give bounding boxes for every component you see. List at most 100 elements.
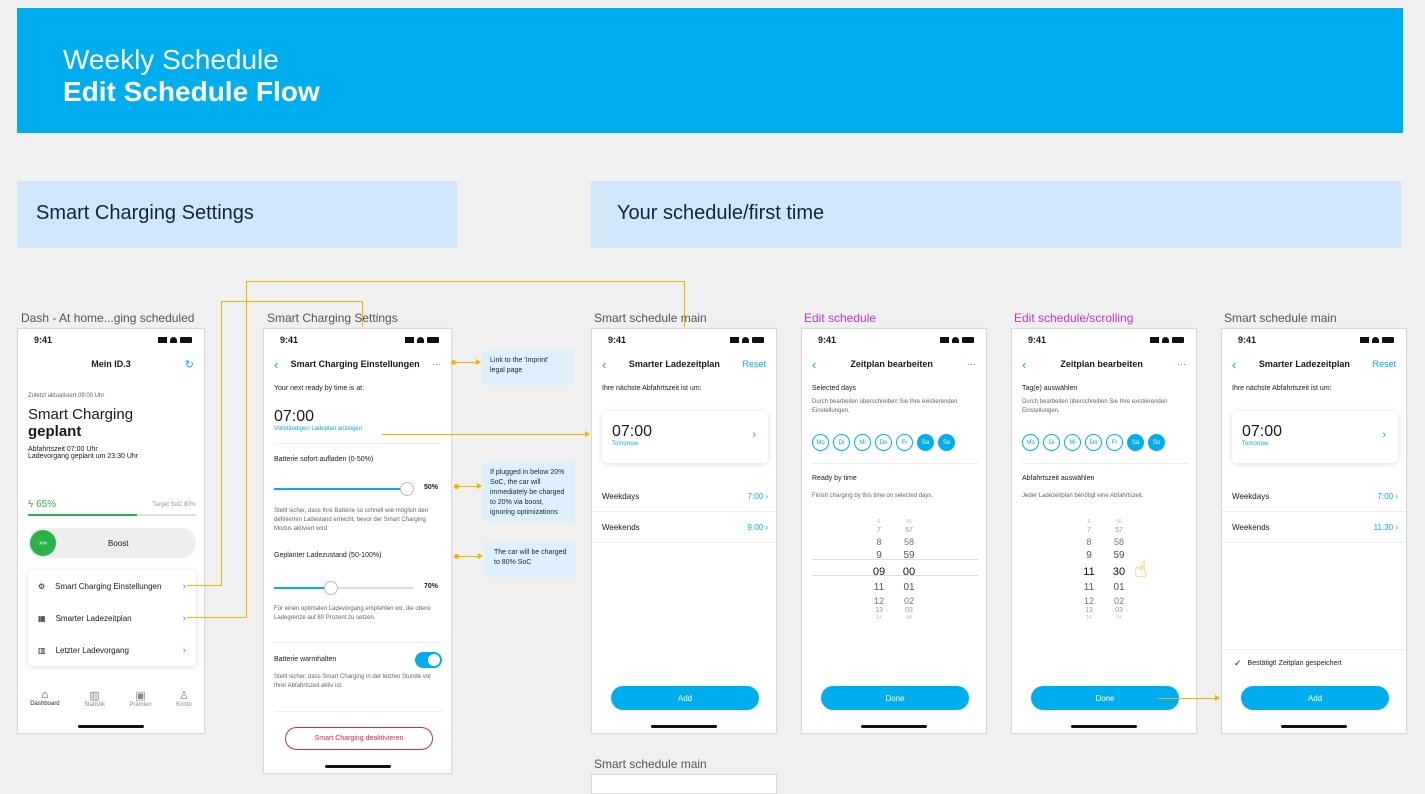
back-icon[interactable]: ‹ <box>812 357 816 372</box>
done-button[interactable]: Done <box>821 686 969 710</box>
menu-last-charge[interactable]: ▥ Letzter Ladevorgang › <box>28 634 196 666</box>
refresh-icon[interactable]: ↻ <box>185 358 194 371</box>
menu-charging-schedule[interactable]: ▦ Smarter Ladezeitplan › <box>28 602 196 634</box>
picker-item: 6 <box>877 519 881 525</box>
status-time: 9:41 <box>818 335 837 345</box>
phone-edit: 9:41 ‹ Zeitplan bearbeiten ··· Selected … <box>801 328 987 734</box>
weekdays-row[interactable]: Weekdays 7:00 › <box>592 481 776 512</box>
picker-item: 56 <box>906 519 912 525</box>
picker-selected: 09 <box>872 566 886 578</box>
back-icon[interactable]: ‹ <box>602 357 606 372</box>
reset-button[interactable]: Reset <box>742 359 766 369</box>
picker-item: 12 <box>873 596 884 606</box>
next-ready-label: Your next ready by time is at: <box>274 385 365 392</box>
time-picker[interactable]: 6 7 8 9 11 11 12 13 14 56 57 58 59 30 01… <box>1012 519 1196 621</box>
target-slider-value: 70% <box>424 583 439 590</box>
phone-schedule: 9:41 ‹ Smarter Ladezeitplan Reset Ihre n… <box>591 328 777 734</box>
boost-toggle[interactable]: »» Boost <box>28 528 196 558</box>
minute-column[interactable]: 56 57 58 59 00 01 02 03 04 <box>894 519 924 621</box>
connector-arrow <box>585 431 590 437</box>
flow-connector <box>221 301 363 302</box>
schedule-title: Smarter Ladezeitplan <box>1258 359 1350 369</box>
day-mo[interactable]: Mo <box>1022 434 1039 451</box>
charging-planned: Ladevorgang geplant um 23:30 Uhr <box>28 453 139 460</box>
more-icon[interactable]: ··· <box>967 359 976 369</box>
edit-title: Zeitplan bearbeiten <box>850 359 933 369</box>
tab-label: Dashboard <box>30 701 60 707</box>
picker-item: 13 <box>1085 607 1093 614</box>
ready-by-label: Ready by time <box>812 475 857 482</box>
back-icon[interactable]: ‹ <box>274 357 278 372</box>
full-plan-link[interactable]: Vollständigen Ladeplan anzeigen <box>274 426 441 432</box>
time-picker[interactable]: 6 7 8 9 09 11 12 13 14 56 57 58 59 00 01… <box>802 519 986 621</box>
slider-knob[interactable] <box>324 581 338 595</box>
home-indicator <box>324 765 391 768</box>
next-ready-time: 07:00 <box>274 408 315 425</box>
day-mi[interactable]: Mi <box>1064 434 1081 451</box>
phone-schedule-final: 9:41 ‹ Smarter Ladezeitplan Reset Ihre n… <box>1221 328 1407 734</box>
status-time: 9:41 <box>280 335 299 345</box>
tab-rewards[interactable]: ▣ Prämien <box>129 689 151 708</box>
warm-toggle[interactable] <box>415 652 442 668</box>
menu-label: Smart Charging Einstellungen <box>55 581 162 591</box>
frame-label-schedule: Smart schedule main <box>594 311 707 325</box>
picker-item: 14 <box>1086 615 1092 621</box>
day-so[interactable]: So <box>938 434 955 451</box>
tab-statistics[interactable]: ▥ Statistik <box>84 689 105 708</box>
weekends-row[interactable]: Weekends 11:30 › <box>1222 512 1406 543</box>
day-selector: Mo Di Mi Do Fr Sa So <box>1012 434 1175 451</box>
menu-smart-charging-settings[interactable]: ⚙ Smart Charging Einstellungen › <box>28 570 196 602</box>
slider-knob[interactable] <box>400 482 414 496</box>
picker-selected: 11 <box>1083 566 1095 578</box>
home-indicator <box>78 725 144 728</box>
day-mi[interactable]: Mi <box>854 434 871 451</box>
row-time: 7:00 <box>1377 491 1394 501</box>
add-button[interactable]: Add <box>1241 686 1389 710</box>
more-icon[interactable]: ··· <box>1177 359 1186 369</box>
departure-time: Abfahrtszeit 07:00 Uhr <box>28 446 98 453</box>
day-sa[interactable]: Sa <box>917 434 934 451</box>
tab-account[interactable]: ♙ Konto <box>176 689 192 708</box>
day-fr[interactable]: Fr <box>896 434 913 451</box>
picker-selected: 00 <box>902 566 916 578</box>
hour-column[interactable]: 6 7 8 9 11 11 12 13 14 <box>1074 519 1104 621</box>
weekends-row[interactable]: Weekends 9:00 › <box>592 512 776 543</box>
tab-bar: ⌂ Dashboard ▥ Statistik ▣ Prämien ♙ Konto <box>18 689 204 708</box>
day-so[interactable]: So <box>1148 434 1165 451</box>
next-departure-card[interactable]: 07:00 Tomorrow › <box>602 411 768 463</box>
row-label: Weekends <box>1232 522 1270 532</box>
status-bar: 9:41 <box>1222 329 1406 351</box>
next-departure-card[interactable]: 07:00 Tomorrow › <box>1232 411 1398 463</box>
menu-label: Smarter Ladezeitplan <box>55 613 132 623</box>
day-mo[interactable]: Mo <box>812 434 829 451</box>
home-indicator <box>1281 725 1347 728</box>
target-desc: Für einen optimalen Ladevorgang empfehle… <box>274 606 431 621</box>
day-fr[interactable]: Fr <box>1106 434 1123 451</box>
boost-slider[interactable] <box>274 482 414 496</box>
weekdays-row[interactable]: Weekdays 7:00 › <box>1222 481 1406 512</box>
target-slider[interactable] <box>274 581 414 595</box>
day-do[interactable]: Do <box>875 434 892 451</box>
tab-dashboard[interactable]: ⌂ Dashboard <box>30 689 59 708</box>
picker-item: 57 <box>905 527 913 534</box>
minute-column[interactable]: 56 57 58 59 30 01 02 03 04 <box>1104 519 1134 621</box>
picker-item: 01 <box>903 582 915 593</box>
day-sa[interactable]: Sa <box>1127 434 1144 451</box>
reset-button[interactable]: Reset <box>1372 359 1396 369</box>
section-smart-charging: Smart Charging Settings <box>17 181 457 248</box>
day-di[interactable]: Di <box>1043 434 1060 451</box>
more-icon[interactable]: ··· <box>432 359 441 369</box>
day-di[interactable]: Di <box>833 434 850 451</box>
target-soc: Target SoC 80% <box>152 501 196 508</box>
done-button[interactable]: Done <box>1031 686 1179 710</box>
day-do[interactable]: Do <box>1085 434 1102 451</box>
back-icon[interactable]: ‹ <box>1232 357 1236 372</box>
frame-label-settings: Smart Charging Settings <box>267 311 398 325</box>
deactivate-button[interactable]: Smart Charging deaktivieren <box>285 727 433 750</box>
dashboard-title: Mein ID.3 <box>91 359 131 369</box>
status-time: 9:41 <box>608 335 627 345</box>
add-button[interactable]: Add <box>611 686 759 710</box>
last-updated: Zuletzt aktualisiert 09:00 Uhr <box>28 393 105 399</box>
back-icon[interactable]: ‹ <box>1022 357 1026 372</box>
hour-column[interactable]: 6 7 8 9 09 11 12 13 14 <box>864 519 894 621</box>
